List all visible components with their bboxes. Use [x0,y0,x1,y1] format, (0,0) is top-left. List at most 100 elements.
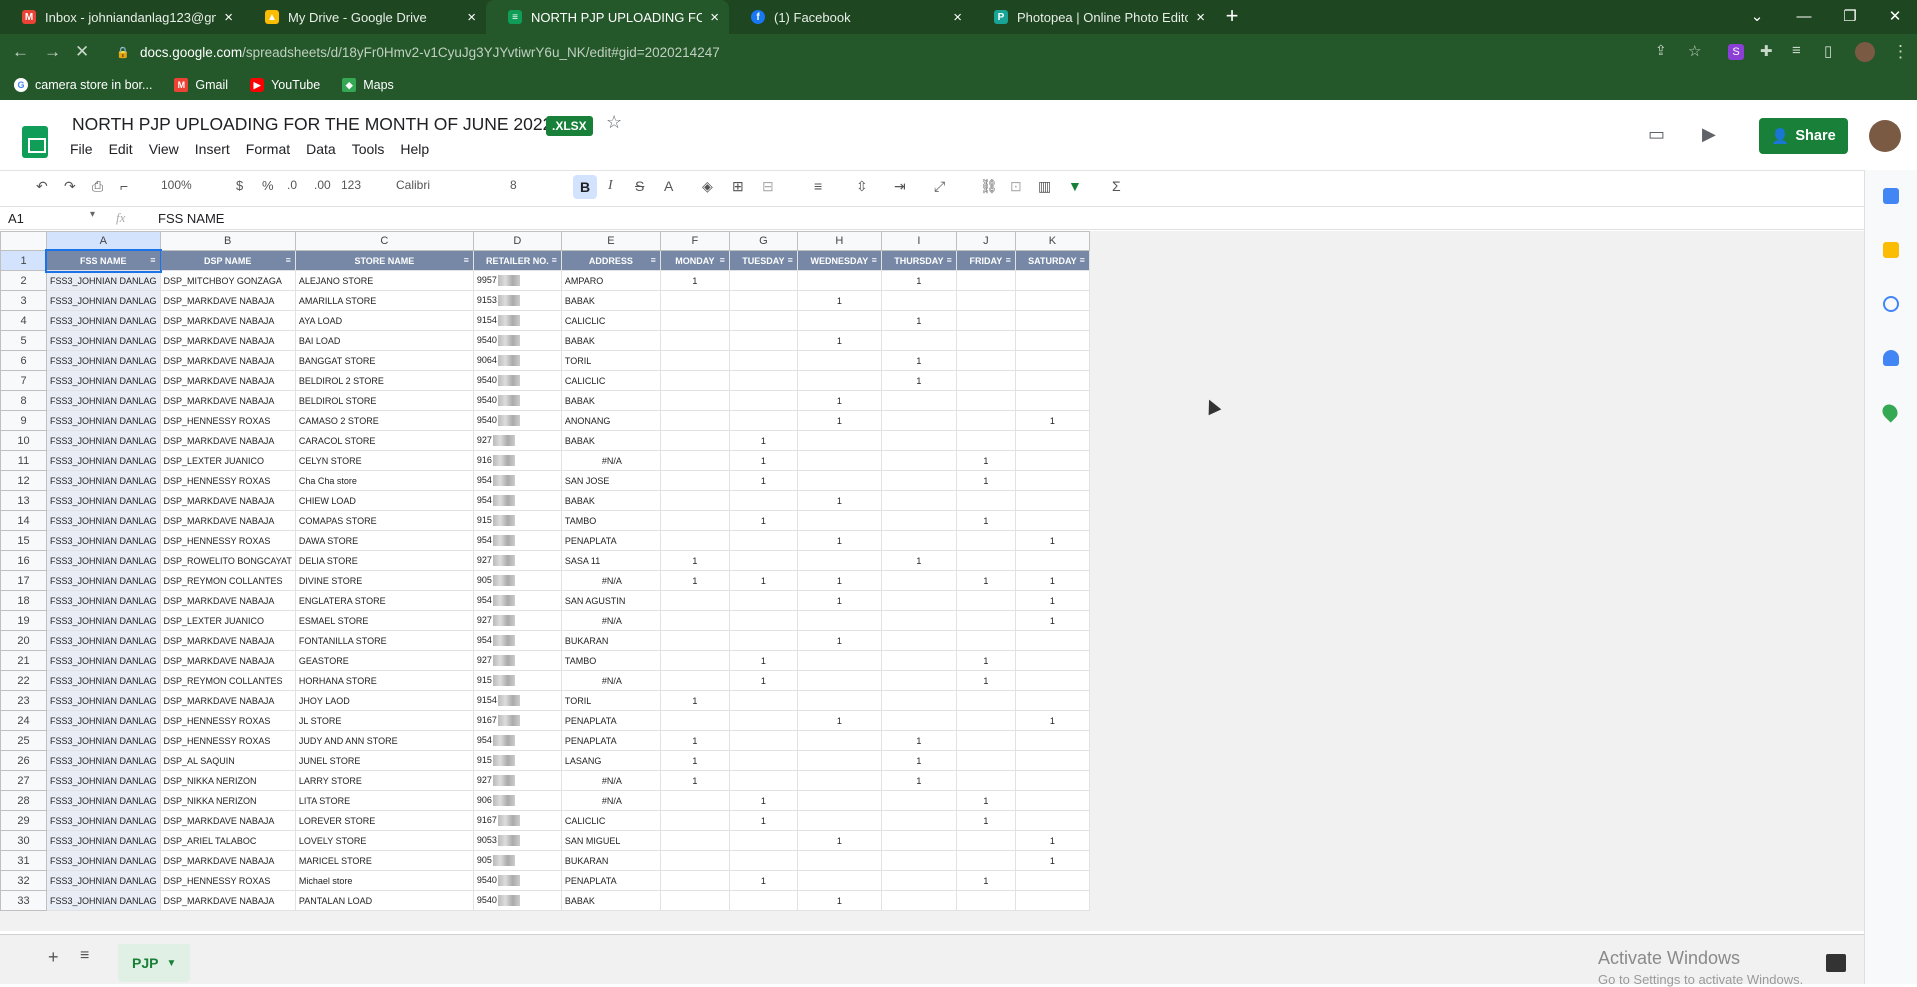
cell[interactable]: BABAK [560,390,661,411]
cell[interactable] [880,330,957,351]
cell[interactable]: FSS3_JOHNIAN DANLAG [46,350,161,371]
cell[interactable]: FSS3_JOHNIAN DANLAG [46,710,161,731]
filter-icon[interactable]: ≡ [651,255,656,265]
bookmark-youtube[interactable]: ▶ YouTube [250,78,320,92]
cell[interactable]: 1 [796,330,882,351]
cell[interactable]: TAMBO [560,650,661,671]
cell[interactable]: FSS3_JOHNIAN DANLAG [46,810,161,831]
cell[interactable]: DSP_MARKDAVE NABAJA [159,490,296,511]
row-number[interactable]: 23 [0,690,47,711]
text-wrap-icon[interactable]: ⇥ [894,178,906,195]
cell[interactable]: FSS3_JOHNIAN DANLAG [46,830,161,851]
menu-insert[interactable]: Insert [195,141,230,157]
fill-color-icon[interactable]: ◈ [702,178,713,195]
cell[interactable]: #N/A [560,790,661,811]
cell[interactable] [728,370,798,391]
cell[interactable] [659,630,730,651]
cell[interactable]: 1 [1014,530,1090,551]
increase-decimal-button[interactable]: .00 [314,178,331,192]
insert-link-icon[interactable]: ⛓ [980,178,998,195]
header-cell[interactable]: SATURDAY ≡ [1014,250,1090,271]
cell[interactable]: 9154 [472,690,562,711]
cell[interactable]: CHIEW LOAD [294,490,474,511]
row-number[interactable]: 21 [0,650,47,671]
calendar-icon[interactable] [1883,188,1899,204]
cell[interactable]: 1 [659,550,730,571]
new-tab-button[interactable]: + [1210,0,1254,32]
cell[interactable] [880,430,957,451]
cell[interactable]: CAMASO 2 STORE [294,410,474,431]
cell[interactable]: 1 [1014,570,1090,591]
cell[interactable]: #N/A [560,570,661,591]
cell[interactable] [1014,890,1090,911]
row-number[interactable]: 11 [0,450,47,471]
browser-tab-photopea[interactable]: P Photopea | Online Photo Editor × [972,0,1215,34]
address-bar[interactable]: 🔒 docs.google.com/spreadsheets/d/18yFr0H… [104,40,1716,64]
cell[interactable]: BABAK [560,890,661,911]
cell[interactable]: FSS3_JOHNIAN DANLAG [46,510,161,531]
share-page-icon[interactable]: ⇪ [1655,42,1667,59]
cell[interactable] [659,530,730,551]
row-number[interactable]: 18 [0,590,47,611]
cell[interactable]: 1 [796,830,882,851]
cell[interactable]: DSP_MARKDAVE NABAJA [159,330,296,351]
row-number[interactable]: 16 [0,550,47,571]
menu-data[interactable]: Data [306,141,336,157]
cell[interactable]: JUDY AND ANN STORE [294,730,474,751]
cell[interactable] [1014,550,1090,571]
cell[interactable] [659,610,730,631]
cell[interactable]: JUNEL STORE [294,750,474,771]
cell[interactable] [659,810,730,831]
cell[interactable]: TORIL [560,350,661,371]
bold-button[interactable]: B [573,175,597,199]
row-number[interactable]: 10 [0,430,47,451]
cell[interactable] [728,710,798,731]
close-icon[interactable]: × [1196,9,1205,26]
meet-icon[interactable]: ▶ [1702,124,1716,145]
extension-s-icon[interactable]: S [1728,44,1744,60]
cell[interactable]: BABAK [560,330,661,351]
cell[interactable]: BUKARAN [560,630,661,651]
menu-help[interactable]: Help [400,141,429,157]
cell[interactable] [728,330,798,351]
cell[interactable] [880,590,957,611]
cell[interactable]: DSP_MARKDAVE NABAJA [159,810,296,831]
cell[interactable] [659,790,730,811]
cell[interactable]: 9957 [472,270,562,291]
align-vertical-icon[interactable]: ⇳ [856,178,868,195]
font-size-select[interactable]: 8 [510,178,517,192]
cell[interactable]: 916 [472,450,562,471]
cell[interactable]: 1 [796,630,882,651]
print-icon[interactable]: ⎙ [92,178,103,195]
cell[interactable] [796,690,882,711]
cell[interactable]: 1 [955,670,1016,691]
align-horizontal-icon[interactable]: ≡ [814,178,822,194]
header-cell[interactable]: DSP NAME ≡ [159,250,296,271]
cell[interactable] [955,290,1016,311]
cell[interactable] [955,350,1016,371]
column-header[interactable]: G [728,231,798,251]
cell[interactable]: DSP_MARKDAVE NABAJA [159,850,296,871]
cell[interactable] [659,350,730,371]
cell[interactable]: 1 [1014,410,1090,431]
cell[interactable]: GEASTORE [294,650,474,671]
cell[interactable]: FSS3_JOHNIAN DANLAG [46,870,161,891]
cell[interactable] [796,450,882,471]
cell[interactable]: 927 [472,610,562,631]
cell[interactable] [659,370,730,391]
cell[interactable]: DSP_LEXTER JUANICO [159,610,296,631]
cell[interactable]: HORHANA STORE [294,670,474,691]
cell[interactable]: FSS3_JOHNIAN DANLAG [46,670,161,691]
cell[interactable]: 1 [955,810,1016,831]
cell[interactable]: TAMBO [560,510,661,531]
media-icon[interactable]: ≡ [1792,42,1801,59]
cell[interactable] [659,850,730,871]
cell[interactable]: DSP_MITCHBOY GONZAGA [159,270,296,291]
back-icon[interactable]: ← [12,42,29,62]
cell[interactable] [659,870,730,891]
cell[interactable]: DSP_HENNESSY ROXAS [159,410,296,431]
column-header[interactable]: K [1014,231,1090,251]
cell[interactable]: 1 [955,570,1016,591]
row-number[interactable]: 27 [0,770,47,791]
cell[interactable] [955,530,1016,551]
